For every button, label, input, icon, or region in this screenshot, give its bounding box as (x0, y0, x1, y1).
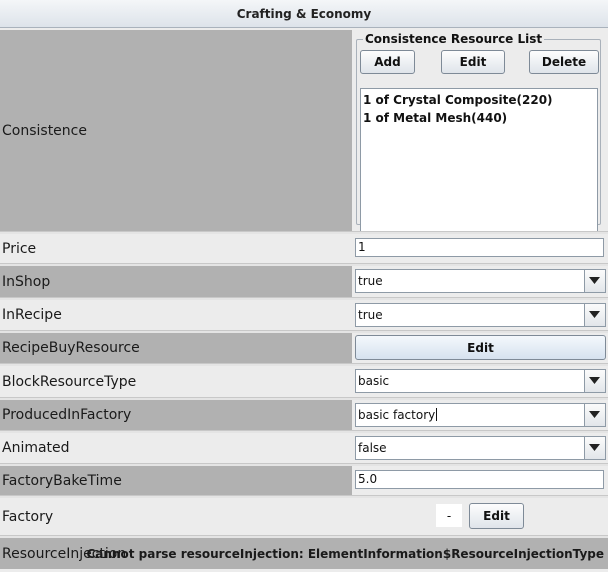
produced-in-factory-label: ProducedInFactory (0, 400, 352, 430)
resource-injection-error: Cannot parse resourceInjection: ElementI… (86, 546, 604, 561)
factory-value: - Edit (352, 498, 608, 535)
in-shop-select[interactable]: true (355, 269, 606, 293)
block-resource-type-value: basic (352, 366, 608, 397)
recipe-buy-resource-value: Edit (352, 333, 608, 363)
dropdown-button[interactable] (584, 437, 605, 459)
dropdown-button[interactable] (584, 270, 605, 292)
produced-in-factory-row: ProducedInFactory basic factory (0, 400, 608, 430)
in-shop-label: InShop (0, 266, 352, 297)
produced-in-factory-selected: basic factory (358, 408, 436, 422)
recipe-buy-resource-label: RecipeBuyResource (0, 333, 352, 363)
list-item[interactable]: 1 of Metal Mesh(440) (363, 109, 595, 127)
chevron-down-icon (589, 311, 600, 318)
in-recipe-value: true (352, 300, 608, 330)
produced-in-factory-editor[interactable]: basic factory (358, 404, 583, 426)
price-input[interactable]: 1 (355, 238, 604, 257)
price-value: 1 (352, 234, 608, 263)
price-label: Price (0, 234, 352, 263)
animated-value: false (352, 433, 608, 463)
dropdown-button[interactable] (584, 304, 605, 326)
section-header: Crafting & Economy (0, 0, 608, 28)
chevron-down-icon (589, 411, 600, 418)
dropdown-button[interactable] (584, 404, 605, 426)
section-title: Crafting & Economy (236, 6, 372, 21)
block-resource-type-row: BlockResourceType basic (0, 366, 608, 397)
chevron-down-icon (589, 277, 600, 284)
dropdown-button[interactable] (584, 370, 605, 392)
in-shop-selected: true (358, 274, 383, 288)
factory-bake-time-input[interactable]: 5.0 (355, 470, 604, 489)
factory-label: Factory (0, 498, 352, 535)
delete-button[interactable]: Delete (529, 50, 599, 74)
animated-row: Animated false (0, 433, 608, 463)
list-item[interactable]: 1 of Crystal Composite(220) (363, 91, 595, 109)
resource-list[interactable]: 1 of Crystal Composite(220) 1 of Metal M… (360, 88, 598, 233)
animated-label: Animated (0, 433, 352, 463)
recipe-buy-resource-row: RecipeBuyResource Edit (0, 333, 608, 363)
in-shop-value: true (352, 266, 608, 297)
chevron-down-icon (589, 377, 600, 384)
consistence-label: Consistence (0, 30, 352, 231)
chevron-down-icon (589, 444, 600, 451)
consistence-value: Consistence Resource List Add Edit Delet… (352, 28, 608, 233)
factory-bake-time-value: 5.0 (352, 466, 608, 495)
factory-row: Factory - Edit (0, 498, 608, 535)
edit-button[interactable]: Edit (441, 50, 505, 74)
resource-injection-row: ResourceInjection Cannot parse resourceI… (0, 538, 608, 569)
factory-name: - (436, 504, 462, 527)
factory-bake-time-row: FactoryBakeTime 5.0 (0, 466, 608, 495)
animated-select[interactable]: false (355, 436, 606, 460)
recipe-buy-resource-edit-button[interactable]: Edit (355, 335, 606, 360)
produced-in-factory-select[interactable]: basic factory (355, 403, 606, 427)
factory-edit-button[interactable]: Edit (469, 503, 524, 529)
in-shop-row: InShop true (0, 266, 608, 297)
in-recipe-select[interactable]: true (355, 303, 606, 327)
consistence-row: Consistence Consistence Resource List Ad… (0, 28, 608, 233)
text-caret (436, 408, 438, 421)
in-recipe-selected: true (358, 308, 383, 322)
in-recipe-row: InRecipe true (0, 300, 608, 330)
factory-bake-time-label: FactoryBakeTime (0, 466, 352, 495)
block-resource-type-label: BlockResourceType (0, 366, 352, 397)
animated-selected: false (358, 441, 387, 455)
add-button[interactable]: Add (360, 50, 415, 74)
price-row: Price 1 (0, 234, 608, 263)
in-recipe-label: InRecipe (0, 300, 352, 330)
block-resource-type-select[interactable]: basic (355, 369, 606, 393)
produced-in-factory-value: basic factory (352, 400, 608, 430)
group-title: Consistence Resource List (363, 31, 545, 47)
block-resource-type-selected: basic (358, 374, 390, 388)
consistence-resource-group: Consistence Resource List Add Edit Delet… (356, 31, 601, 233)
